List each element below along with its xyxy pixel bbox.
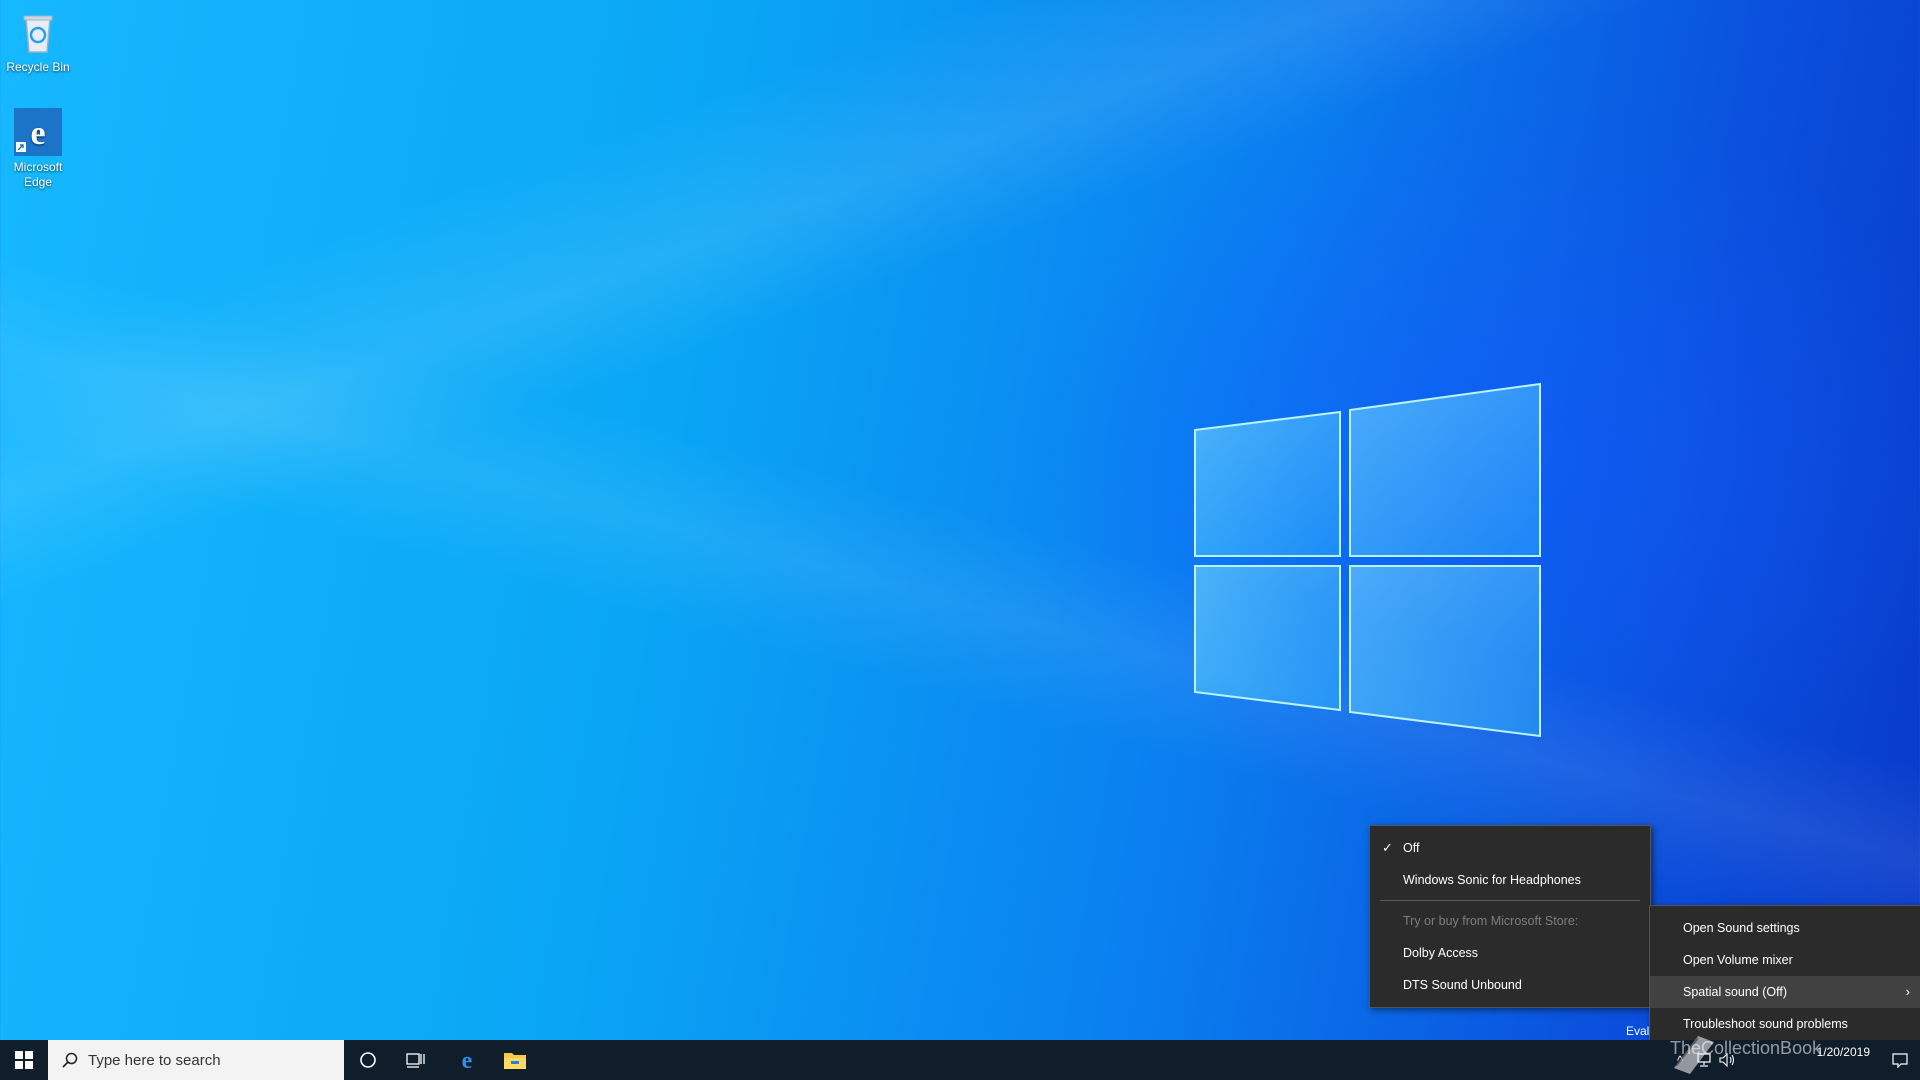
task-view-icon bbox=[406, 1053, 425, 1068]
desktop-icon-label: Recycle Bin bbox=[6, 60, 70, 74]
cortana-button[interactable] bbox=[344, 1040, 392, 1080]
chevron-right-icon: › bbox=[1905, 984, 1910, 999]
menu-item-label: Dolby Access bbox=[1403, 946, 1479, 960]
menu-item-dts-sound-unbound[interactable]: DTS Sound Unbound bbox=[1370, 969, 1650, 1001]
notification-icon bbox=[1892, 1053, 1908, 1068]
taskbar: Type here to search e ^ bbox=[0, 1040, 1920, 1080]
taskbar-search-box[interactable]: Type here to search bbox=[48, 1040, 344, 1080]
clock-date: 1/20/2019 bbox=[1816, 1045, 1870, 1059]
menu-item-label: Troubleshoot sound problems bbox=[1683, 1017, 1848, 1031]
spatial-sound-submenu: ✓ Off Windows Sonic for Headphones Try o… bbox=[1369, 825, 1651, 1008]
menu-item-label: Try or buy from Microsoft Store: bbox=[1403, 914, 1579, 928]
sound-context-menu: Open Sound settings Open Volume mixer Sp… bbox=[1649, 905, 1920, 1047]
cortana-icon bbox=[360, 1052, 376, 1068]
menu-item-windows-sonic[interactable]: Windows Sonic for Headphones bbox=[1370, 864, 1650, 896]
action-center-button[interactable] bbox=[1890, 1050, 1910, 1070]
menu-item-label: Spatial sound (Off) bbox=[1683, 985, 1787, 999]
menu-item-label: Windows Sonic for Headphones bbox=[1403, 873, 1581, 887]
menu-item-label: Off bbox=[1403, 841, 1420, 855]
menu-item-off[interactable]: ✓ Off bbox=[1370, 832, 1650, 864]
menu-item-open-volume-mixer[interactable]: Open Volume mixer bbox=[1650, 944, 1920, 976]
evaluation-text: Eval bbox=[1626, 1024, 1650, 1038]
menu-item-label: DTS Sound Unbound bbox=[1403, 978, 1522, 992]
search-icon bbox=[62, 1052, 78, 1068]
svg-text:e: e bbox=[462, 1048, 473, 1072]
menu-item-spatial-sound[interactable]: Spatial sound (Off) › bbox=[1650, 976, 1920, 1008]
taskbar-clock[interactable]: 1/20/2019 bbox=[1817, 1044, 1870, 1060]
start-button[interactable] bbox=[0, 1040, 48, 1080]
taskbar-file-explorer-button[interactable] bbox=[491, 1040, 539, 1080]
edge-icon: e bbox=[14, 108, 62, 156]
task-view-button[interactable] bbox=[392, 1040, 440, 1080]
windows-logo-wallpaper bbox=[1194, 382, 1541, 738]
desktop-icon-recycle-bin[interactable]: Recycle Bin bbox=[0, 8, 76, 75]
edge-icon: e bbox=[462, 1048, 473, 1072]
menu-separator bbox=[1380, 900, 1640, 901]
checkmark-icon: ✓ bbox=[1382, 840, 1393, 855]
menu-item-store-header: Try or buy from Microsoft Store: bbox=[1370, 905, 1650, 937]
svg-text:e: e bbox=[30, 115, 45, 152]
taskbar-edge-button[interactable]: e bbox=[443, 1040, 491, 1080]
watermark-text: TheCollectionBook bbox=[1670, 1038, 1822, 1058]
search-placeholder: Type here to search bbox=[88, 1051, 221, 1069]
menu-item-label: Open Volume mixer bbox=[1683, 953, 1793, 967]
desktop-icon-label: Microsoft Edge bbox=[13, 160, 63, 189]
desktop-icon-edge[interactable]: e Microsoft Edge bbox=[0, 108, 76, 190]
menu-item-label: Open Sound settings bbox=[1683, 921, 1800, 935]
file-explorer-icon bbox=[504, 1053, 526, 1069]
recycle-bin-icon bbox=[14, 8, 62, 56]
windows-start-icon bbox=[15, 1051, 33, 1069]
menu-item-dolby-access[interactable]: Dolby Access bbox=[1370, 937, 1650, 969]
menu-item-open-sound-settings[interactable]: Open Sound settings bbox=[1650, 912, 1920, 944]
